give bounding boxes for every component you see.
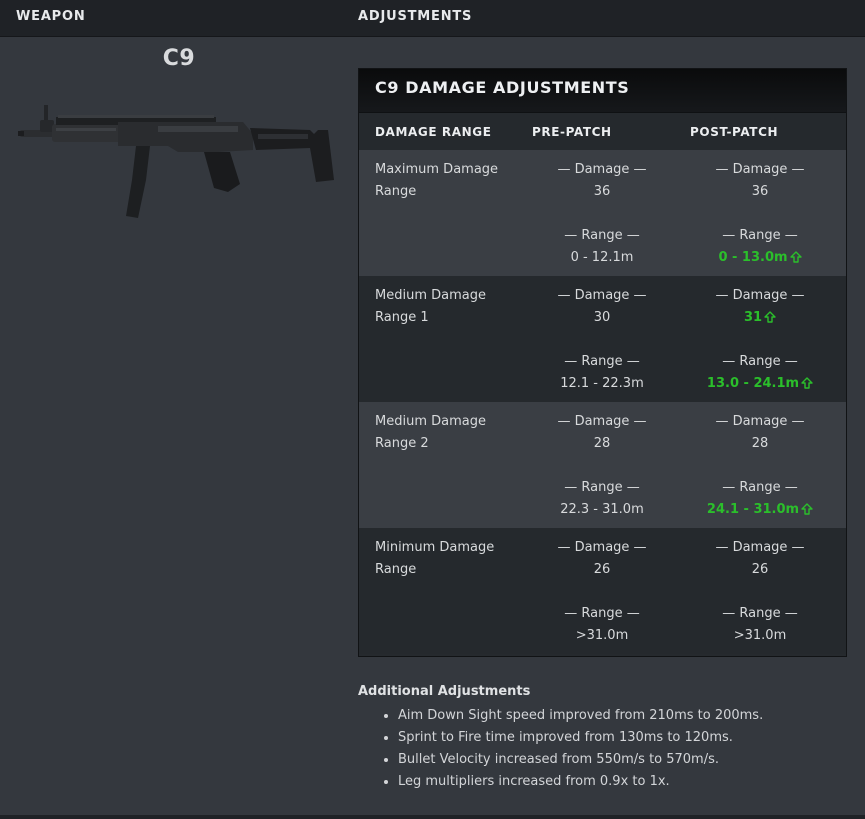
list-item: Leg multipliers increased from 0.9x to 1… — [398, 771, 763, 793]
damage-label: — Damage — — [557, 414, 647, 429]
damage-label: — Damage — — [557, 288, 647, 303]
pre-patch-damage: — Damage — 26 — [532, 537, 672, 581]
range-value: 22.3 - 31.0m — [560, 502, 644, 517]
additional-adjustments-title: Additional Adjustments — [358, 684, 531, 699]
range-label: — Range — — [564, 606, 640, 621]
range-value: >31.0m — [733, 628, 787, 643]
post-patch-range: — Range — >31.0m — [690, 603, 830, 647]
pre-patch-range: — Range — 12.1 - 22.3m — [532, 351, 672, 395]
pre-patch-damage: — Damage — 30 — [532, 285, 672, 329]
list-item: Sprint to Fire time improved from 130ms … — [398, 727, 763, 749]
range-value: 13.0 - 24.1m — [706, 376, 800, 391]
list-item: Aim Down Sight speed improved from 210ms… — [398, 705, 763, 727]
column-header-bar: WEAPON ADJUSTMENTS — [0, 0, 865, 37]
damage-range-name: Minimum Damage Range — [375, 540, 495, 577]
range-value-improved: 24.1 - 31.0m — [690, 499, 830, 521]
pre-patch-range: — Range — 22.3 - 31.0m — [532, 477, 672, 521]
up-arrow-icon — [789, 251, 802, 263]
post-patch-damage: — Damage — 36 — [690, 159, 830, 203]
post-patch-range: — Range — 13.0 - 24.1m — [690, 351, 830, 395]
bottom-bar — [0, 815, 865, 819]
range-label: — Range — — [722, 228, 798, 243]
post-patch-range: — Range — 0 - 13.0m — [690, 225, 830, 269]
table-title: C9 DAMAGE ADJUSTMENTS — [359, 69, 846, 113]
table-row: Medium Damage Range 1 — Damage — 30 — Da… — [359, 276, 846, 402]
range-label: — Range — — [564, 354, 640, 369]
range-value: 0 - 12.1m — [570, 250, 634, 265]
damage-value: 26 — [593, 562, 611, 577]
damage-range-name: Medium Damage Range 2 — [375, 414, 486, 451]
column-post-patch: POST-PATCH — [690, 125, 779, 139]
up-arrow-icon — [801, 503, 813, 515]
damage-value: 36 — [593, 184, 611, 199]
damage-label: — Damage — — [715, 540, 805, 555]
list-item: Bullet Velocity increased from 550m/s to… — [398, 749, 763, 771]
damage-label: — Damage — — [715, 414, 805, 429]
range-value: >31.0m — [575, 628, 629, 643]
table-row: Minimum Damage Range — Damage — 26 — Dam… — [359, 528, 846, 654]
weapon-column-header: WEAPON — [16, 9, 86, 24]
weapon-name: C9 — [162, 46, 196, 71]
damage-value-improved: 31 — [690, 307, 830, 329]
pre-patch-damage: — Damage — 28 — [532, 411, 672, 455]
weapon-image — [18, 105, 334, 218]
damage-value: 28 — [751, 436, 769, 451]
range-value: 24.1 - 31.0m — [706, 502, 800, 517]
range-label: — Range — — [722, 354, 798, 369]
range-label: — Range — — [722, 480, 798, 495]
additional-adjustments-list: Aim Down Sight speed improved from 210ms… — [380, 705, 763, 793]
damage-value: 28 — [593, 436, 611, 451]
range-value-improved: 13.0 - 24.1m — [690, 373, 830, 395]
pre-patch-range: — Range — >31.0m — [532, 603, 672, 647]
column-pre-patch: PRE-PATCH — [532, 125, 612, 139]
adjustments-column-header: ADJUSTMENTS — [358, 9, 473, 24]
range-value: 12.1 - 22.3m — [560, 376, 644, 391]
range-value-improved: 0 - 13.0m — [690, 247, 830, 269]
damage-label: — Damage — — [557, 540, 647, 555]
post-patch-damage: — Damage — 28 — [690, 411, 830, 455]
post-patch-damage: — Damage — 26 — [690, 537, 830, 581]
range-label: — Range — — [564, 228, 640, 243]
up-arrow-icon — [801, 377, 813, 389]
damage-value: 31 — [743, 310, 763, 325]
table-row: Medium Damage Range 2 — Damage — 28 — Da… — [359, 402, 846, 528]
damage-value: 36 — [751, 184, 769, 199]
damage-label: — Damage — — [557, 162, 647, 177]
post-patch-damage: — Damage — 31 — [690, 285, 830, 329]
table-row: Maximum Damage Range — Damage — 36 — Dam… — [359, 150, 846, 276]
range-label: — Range — — [564, 480, 640, 495]
damage-range-name: Maximum Damage Range — [375, 162, 499, 199]
damage-label: — Damage — — [715, 288, 805, 303]
up-arrow-icon — [764, 311, 776, 323]
damage-range-name: Medium Damage Range 1 — [375, 288, 486, 325]
damage-adjustments-table: C9 DAMAGE ADJUSTMENTS DAMAGE RANGE PRE-P… — [358, 68, 847, 657]
damage-label: — Damage — — [715, 162, 805, 177]
post-patch-range: — Range — 24.1 - 31.0m — [690, 477, 830, 521]
damage-value: 26 — [751, 562, 769, 577]
column-damage-range: DAMAGE RANGE — [375, 125, 492, 139]
table-header-row: DAMAGE RANGE PRE-PATCH POST-PATCH — [359, 113, 846, 150]
damage-value: 30 — [593, 310, 611, 325]
pre-patch-damage: — Damage — 36 — [532, 159, 672, 203]
range-value: 0 - 13.0m — [718, 250, 788, 265]
range-label: — Range — — [722, 606, 798, 621]
pre-patch-range: — Range — 0 - 12.1m — [532, 225, 672, 269]
